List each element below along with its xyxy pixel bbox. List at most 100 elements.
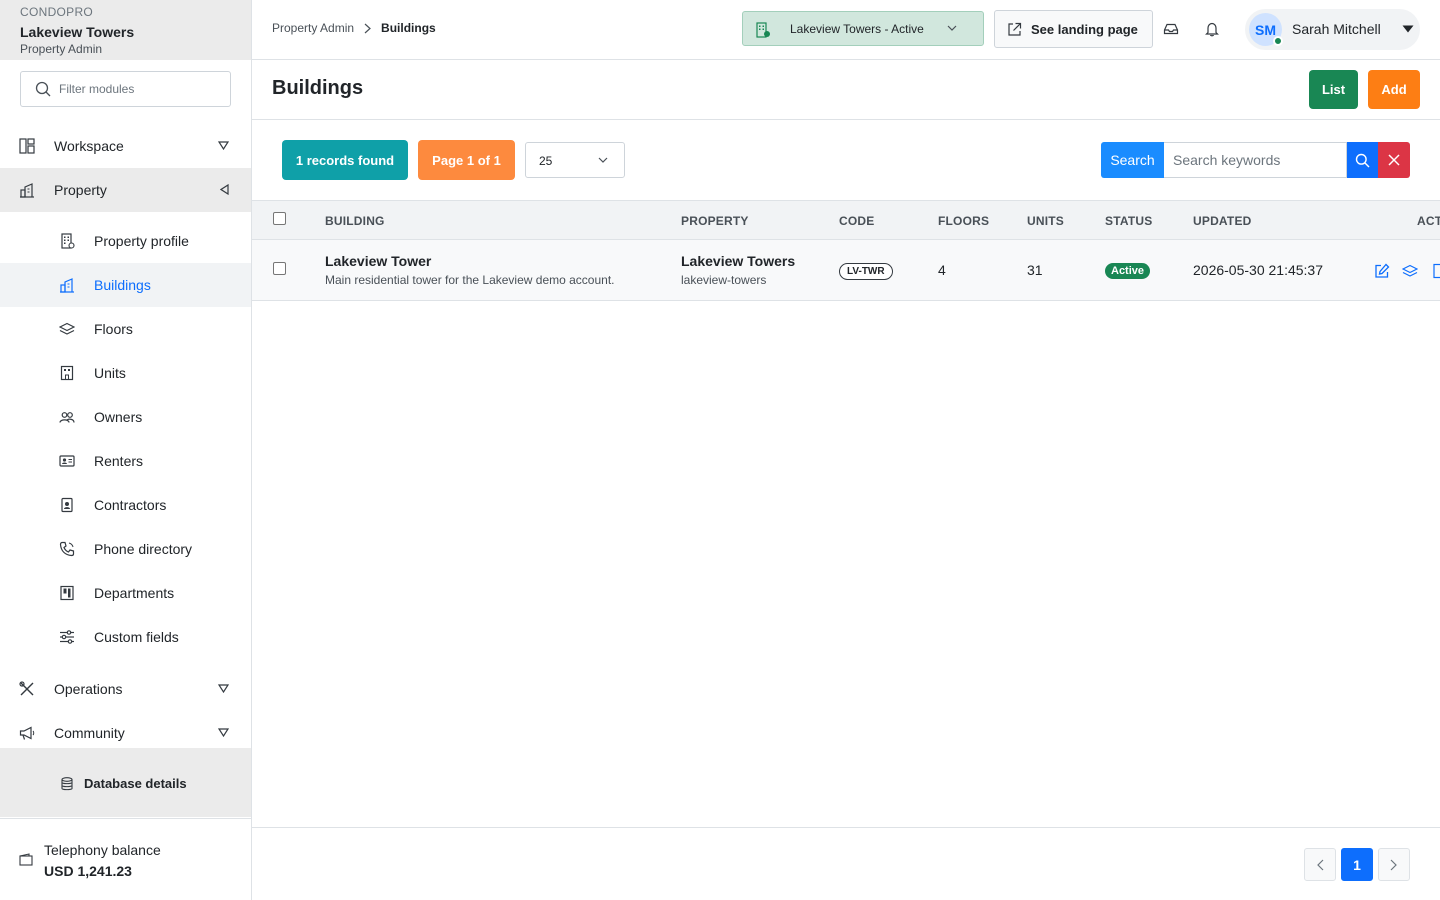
column-header-status[interactable]: STATUS bbox=[1105, 214, 1152, 228]
telephony-value: USD 1,241.23 bbox=[44, 863, 132, 879]
breadcrumb-current: Buildings bbox=[381, 21, 436, 35]
pagination-next-button[interactable] bbox=[1378, 848, 1410, 881]
external-link-icon bbox=[1007, 22, 1022, 37]
search-submit-button[interactable] bbox=[1347, 142, 1378, 178]
property-name-cell: Lakeview Towers bbox=[681, 253, 796, 269]
user-role: Property Admin bbox=[20, 42, 103, 56]
sidebar-item-label: Buildings bbox=[94, 277, 151, 293]
nav-group-property[interactable]: Property bbox=[0, 168, 251, 212]
column-header-code[interactable]: CODE bbox=[839, 214, 874, 228]
building-name[interactable]: Lakeview Tower bbox=[325, 253, 431, 269]
records-found-badge: 1 records found bbox=[282, 140, 408, 180]
inbox-icon[interactable] bbox=[1163, 21, 1179, 37]
caret-left-icon bbox=[220, 184, 229, 195]
departments-icon bbox=[59, 585, 75, 601]
sidebar-item-label: Property profile bbox=[94, 233, 189, 249]
column-header-floors[interactable]: FLOORS bbox=[938, 214, 989, 228]
column-header-units[interactable]: UNITS bbox=[1027, 214, 1064, 228]
per-page-value: 25 bbox=[539, 154, 553, 168]
property-selector[interactable]: Lakeview Towers - Active bbox=[742, 11, 984, 46]
tools-icon bbox=[19, 681, 35, 697]
page-header: Buildings List Add bbox=[252, 60, 1440, 120]
add-button[interactable]: Add bbox=[1368, 70, 1420, 109]
sidebar-item-floors[interactable]: Floors bbox=[0, 307, 251, 351]
pagination-footer: 1 bbox=[252, 827, 1440, 900]
column-header-updated[interactable]: UPDATED bbox=[1193, 214, 1252, 228]
nav-group-workspace[interactable]: Workspace bbox=[0, 124, 251, 168]
sidebar-item-label: Contractors bbox=[94, 497, 167, 513]
units-icon[interactable] bbox=[1432, 263, 1440, 279]
database-details-link[interactable]: Database details bbox=[60, 776, 187, 791]
page-title: Buildings bbox=[272, 77, 364, 99]
row-checkbox[interactable] bbox=[273, 262, 286, 275]
sidebar-item-label: Owners bbox=[94, 409, 143, 425]
building-chart-icon bbox=[19, 182, 35, 198]
caret-down-icon bbox=[218, 684, 229, 693]
telephony-label: Telephony balance bbox=[44, 842, 161, 858]
database-icon bbox=[60, 776, 74, 791]
chevron-down-icon bbox=[947, 25, 957, 32]
sidebar-item-label: Units bbox=[94, 365, 126, 381]
breadcrumb-link-property-admin[interactable]: Property Admin bbox=[272, 21, 354, 35]
caret-down-icon bbox=[218, 728, 229, 737]
nav-group-operations[interactable]: Operations bbox=[0, 667, 251, 711]
brand-block: CONDOPRO Lakeview Towers Property Admin bbox=[0, 0, 251, 60]
page-info-badge: Page 1 of 1 bbox=[418, 140, 515, 180]
list-button[interactable]: List bbox=[1309, 70, 1358, 109]
per-page-select[interactable]: 25 bbox=[525, 142, 625, 178]
column-header-building[interactable]: BUILDING bbox=[325, 214, 385, 228]
phone-icon bbox=[59, 541, 75, 557]
table-row[interactable]: Lakeview Tower Main residential tower fo… bbox=[252, 240, 1440, 301]
filter-modules-input[interactable] bbox=[59, 82, 219, 96]
select-all-checkbox[interactable] bbox=[273, 212, 286, 225]
user-menu[interactable]: SM Sarah Mitchell bbox=[1245, 9, 1420, 50]
search-label: Search bbox=[1101, 142, 1164, 178]
chevron-right-icon bbox=[364, 23, 371, 34]
floors-layers-icon[interactable] bbox=[1402, 263, 1418, 279]
database-details-label: Database details bbox=[84, 776, 187, 791]
code-badge: LV-TWR bbox=[839, 263, 893, 280]
building-status-icon bbox=[755, 22, 771, 38]
sidebar-item-label: Renters bbox=[94, 453, 144, 469]
property-selector-value: Lakeview Towers - Active bbox=[790, 22, 924, 36]
unit-icon bbox=[59, 365, 75, 381]
badge-icon bbox=[59, 497, 75, 513]
sidebar-item-property-profile[interactable]: Property profile bbox=[0, 219, 251, 263]
id-card-icon bbox=[59, 453, 75, 469]
wallet-icon bbox=[19, 853, 33, 867]
avatar-initials: SM bbox=[1255, 21, 1276, 38]
sidebar-item-label: Custom fields bbox=[94, 629, 179, 645]
sidebar-item-contractors[interactable]: Contractors bbox=[0, 483, 251, 527]
search-keywords-input[interactable] bbox=[1173, 143, 1343, 177]
pagination-page-button[interactable]: 1 bbox=[1341, 848, 1373, 881]
bell-icon[interactable] bbox=[1204, 21, 1220, 37]
pagination-prev-button[interactable] bbox=[1304, 848, 1336, 881]
caret-down-icon bbox=[1402, 25, 1414, 33]
sidebar-item-custom-fields[interactable]: Custom fields bbox=[0, 615, 251, 659]
sliders-icon bbox=[59, 629, 75, 645]
updated-timestamp: 2026-05-30 21:45:37 bbox=[1193, 262, 1323, 278]
sidebar-item-renters[interactable]: Renters bbox=[0, 439, 251, 483]
chevron-left-icon bbox=[1316, 859, 1324, 871]
caret-down-icon bbox=[218, 141, 229, 150]
status-badge: Active bbox=[1105, 263, 1151, 279]
avatar: SM bbox=[1249, 13, 1283, 46]
chevron-right-icon bbox=[1390, 859, 1398, 871]
sidebar-item-owners[interactable]: Owners bbox=[0, 395, 251, 439]
sidebar-item-units[interactable]: Units bbox=[0, 351, 251, 395]
table-header: BUILDING PROPERTY CODE FLOORS UNITS STAT… bbox=[252, 200, 1440, 240]
sidebar-item-buildings[interactable]: Buildings bbox=[0, 263, 251, 307]
sidebar-item-label: Departments bbox=[94, 585, 175, 601]
edit-icon[interactable] bbox=[1374, 263, 1390, 279]
breadcrumb: Property Admin Buildings bbox=[272, 21, 436, 35]
search-clear-button[interactable] bbox=[1378, 142, 1410, 178]
search-icon bbox=[1355, 153, 1370, 168]
property-slug: lakeview-towers bbox=[681, 273, 767, 287]
column-header-property[interactable]: PROPERTY bbox=[681, 214, 749, 228]
telephony-balance: Telephony balance USD 1,241.23 bbox=[0, 818, 251, 900]
see-landing-page-button[interactable]: See landing page bbox=[994, 10, 1153, 48]
sidebar-item-departments[interactable]: Departments bbox=[0, 571, 251, 615]
filter-modules-box bbox=[20, 71, 231, 107]
sidebar-item-phone-directory[interactable]: Phone directory bbox=[0, 527, 251, 571]
search-field bbox=[1164, 142, 1347, 178]
